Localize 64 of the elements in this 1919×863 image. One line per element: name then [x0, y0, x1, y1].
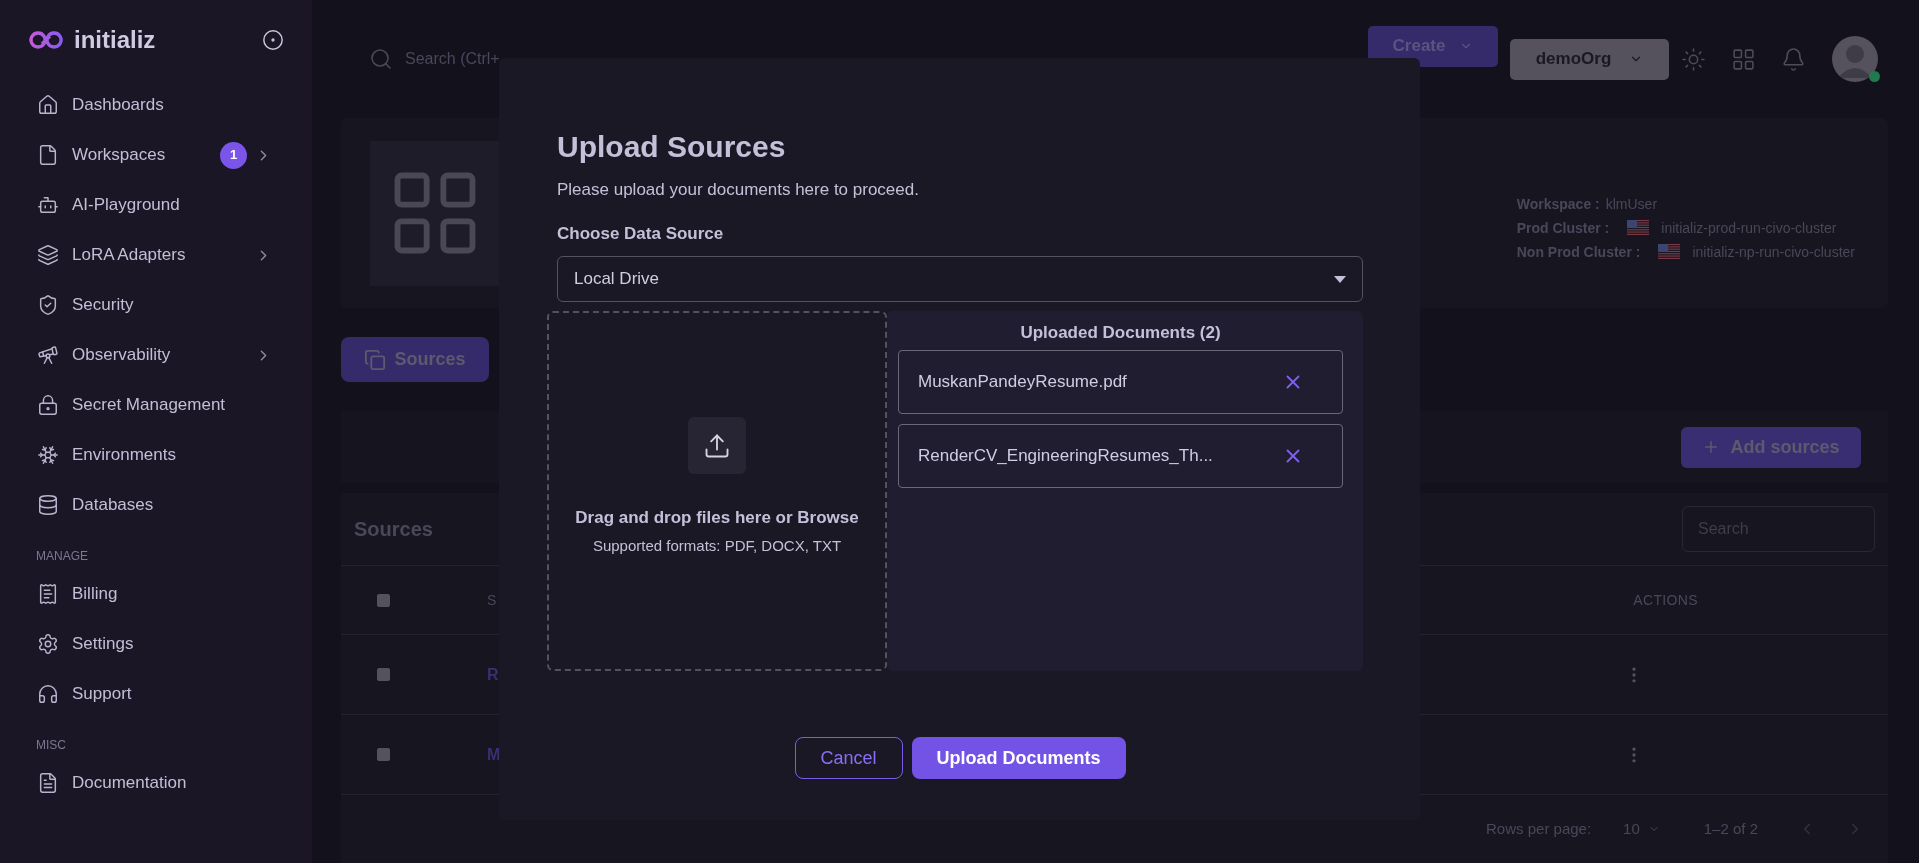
supported-formats: Supported formats: PDF, DOCX, TXT	[592, 535, 842, 556]
dialog-title: Upload Sources	[557, 129, 787, 165]
info-value: initializ-prod-run-civo-cluster	[1661, 218, 1837, 238]
receipt-icon	[37, 583, 59, 605]
layers-icon	[37, 244, 59, 266]
column-header: S	[487, 590, 497, 610]
snowflake-icon	[37, 444, 59, 466]
search-icon	[369, 47, 393, 71]
column-header: ACTIONS	[1633, 590, 1698, 610]
nav-item[interactable]: Secret Management	[72, 392, 226, 418]
document-icon	[37, 772, 59, 794]
nav-item[interactable]: Observability	[72, 342, 171, 368]
database-icon	[37, 494, 59, 516]
upload-documents-button[interactable]: Upload Documents	[911, 737, 1126, 779]
user-avatar[interactable]	[1832, 36, 1878, 82]
info-value: klmUser	[1605, 194, 1658, 214]
telescope-icon	[37, 344, 59, 366]
nav-item[interactable]: Workspaces	[72, 142, 166, 168]
data-source-select[interactable]: Local Drive	[557, 256, 1363, 302]
lock-icon	[37, 394, 59, 416]
section-heading: MISC	[36, 737, 66, 754]
table-title: Sources	[354, 517, 433, 542]
logo-icon	[28, 30, 64, 50]
nav-item[interactable]: Dashboards	[72, 92, 164, 118]
drop-instructions: Drag and drop files here or Browse	[575, 507, 859, 529]
file-icon	[37, 144, 59, 166]
dialog-subtitle: Please upload your documents here to proceed.	[557, 179, 920, 201]
pagination-range: 1–2 of 2	[1703, 818, 1758, 839]
settings-icon	[37, 633, 59, 655]
info-value: initializ-np-run-civo-cluster	[1692, 242, 1855, 262]
brand-name: initializ	[74, 25, 156, 55]
file-name: RenderCV_EngineeringResumes_Th...	[918, 444, 1214, 467]
notification-icon[interactable]	[1781, 46, 1806, 72]
nav-item[interactable]: Environments	[72, 442, 176, 468]
shield-icon	[37, 294, 59, 316]
header-checkbox[interactable]	[377, 593, 390, 607]
nav-item[interactable]: Billing	[72, 581, 118, 607]
field-label: Choose Data Source	[557, 222, 725, 245]
home-icon	[37, 94, 59, 116]
section-heading: MANAGE	[36, 548, 88, 565]
rows-per-page-label: Rows per page:	[1486, 818, 1592, 839]
info-label: Workspace :	[1516, 194, 1600, 214]
info-label: Non Prod Cluster :	[1516, 242, 1641, 262]
info-label: Prod Cluster :	[1516, 218, 1610, 238]
nav-item[interactable]: Databases	[72, 492, 154, 518]
nav-item[interactable]: Settings	[72, 631, 134, 657]
nav-item[interactable]: Security	[72, 292, 134, 318]
count-badge: 1	[220, 141, 247, 169]
theme-icon[interactable]	[1681, 46, 1706, 72]
collapse-icon[interactable]	[262, 29, 284, 51]
cancel-button[interactable]: Cancel	[794, 737, 903, 779]
nav-item[interactable]: AI-Playground	[72, 192, 180, 218]
caret-icon	[1334, 275, 1346, 283]
file-name: MuskanPandeyResume.pdf	[918, 370, 1128, 393]
nav-item[interactable]: LoRA Adapters	[72, 242, 186, 268]
apps-icon[interactable]	[1731, 46, 1756, 72]
headphones-icon	[37, 683, 59, 705]
nav-item[interactable]: Documentation	[72, 770, 187, 796]
panel-heading: Uploaded Documents (2)	[1020, 322, 1221, 344]
nav-item[interactable]: Support	[72, 681, 132, 707]
row-checkbox[interactable]	[377, 748, 390, 761]
robot-icon	[37, 194, 59, 216]
row-checkbox[interactable]	[377, 668, 390, 681]
copy-icon	[364, 348, 387, 371]
